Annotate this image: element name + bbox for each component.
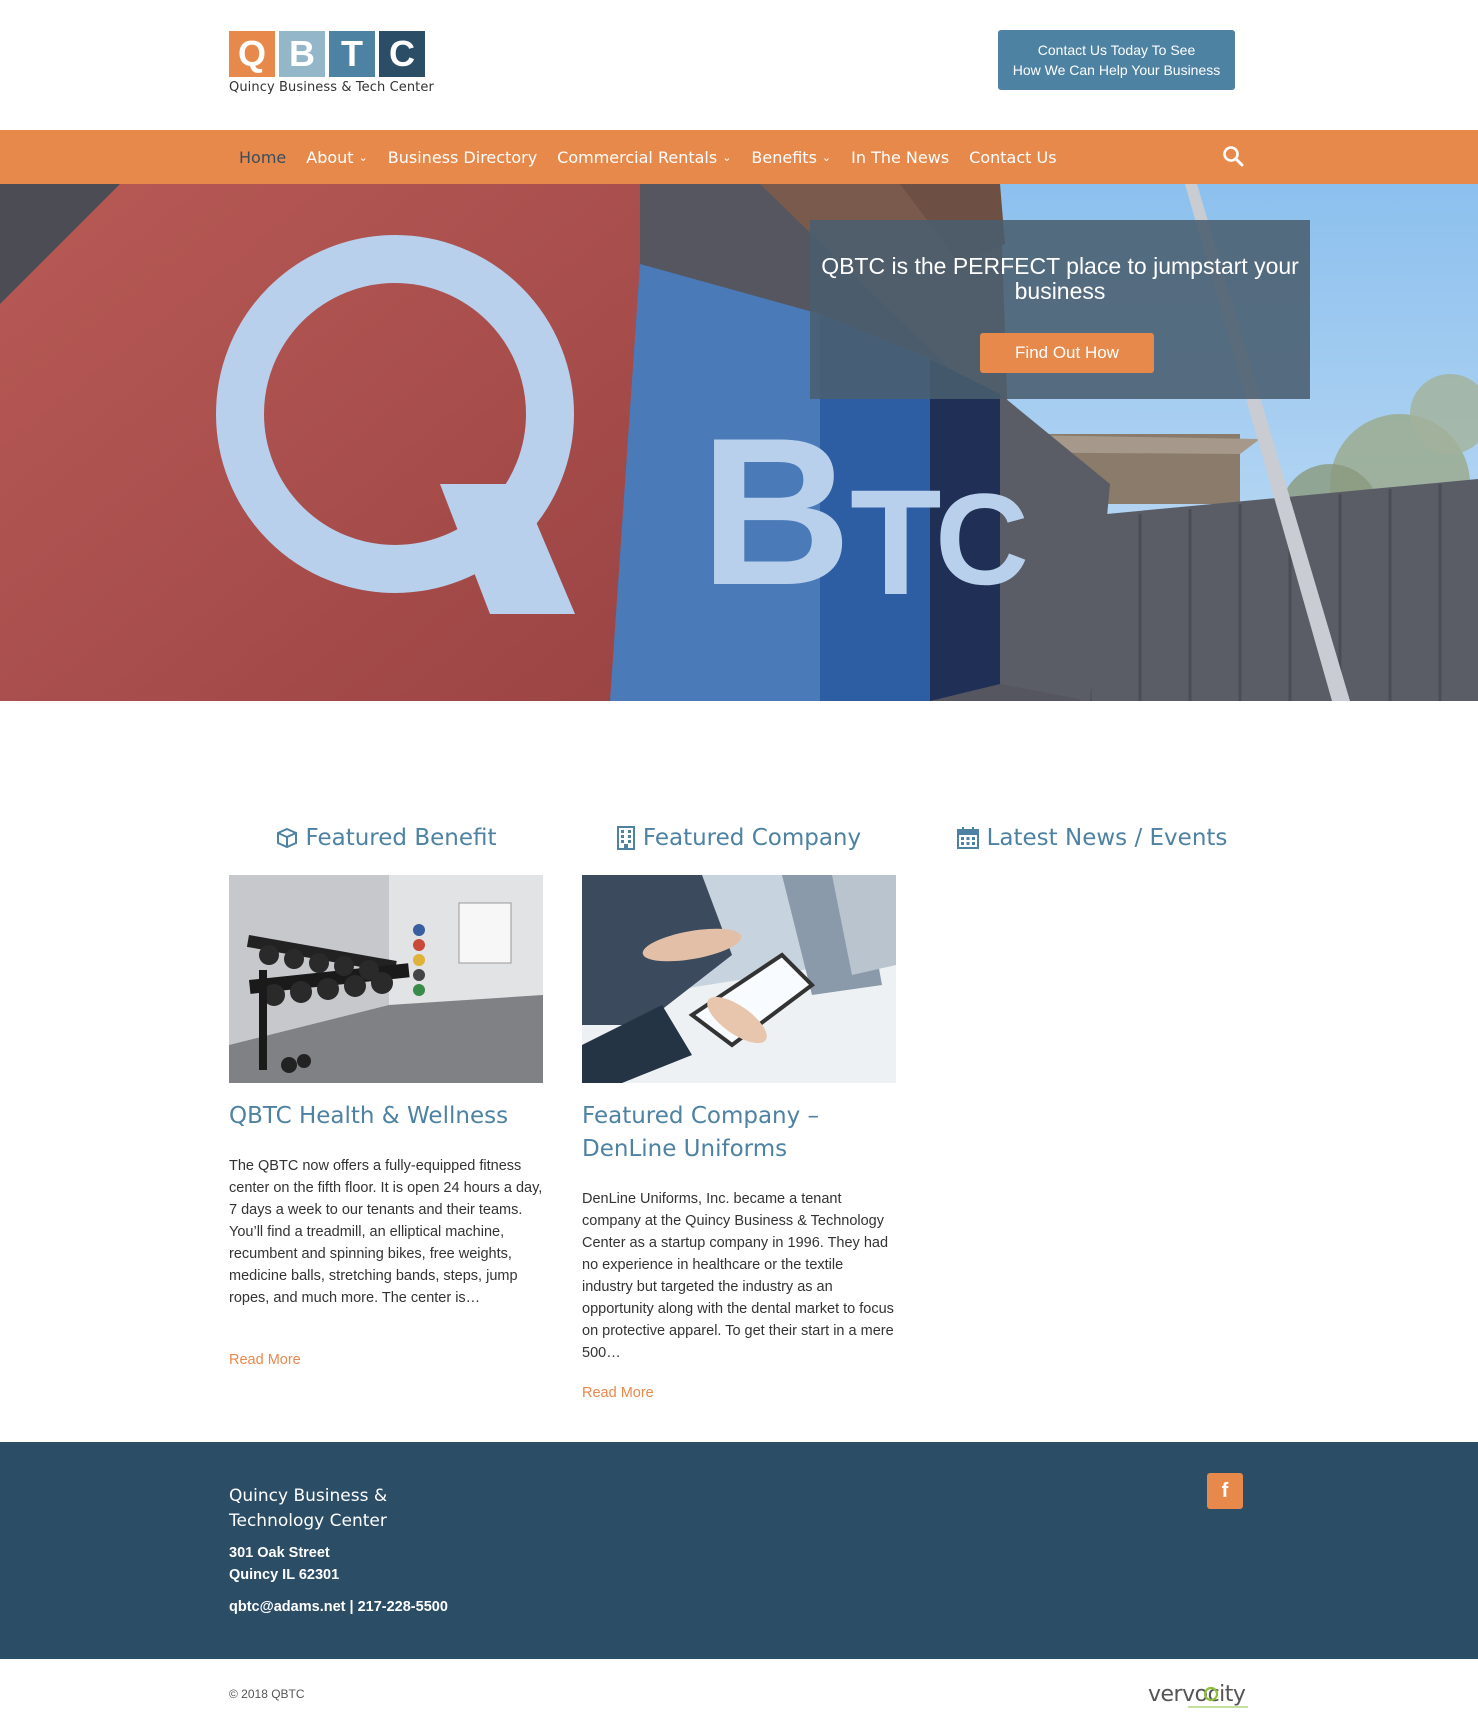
- bottom-bar: © 2018 QBTC vervocity: [0, 1659, 1478, 1726]
- logo-letter-b: B: [279, 31, 325, 77]
- cube-icon: [276, 827, 297, 849]
- featured-benefit-column: Featured Benefit QBTC Health & Wellness …: [229, 820, 543, 1368]
- cta-line-2: How We Can Help Your Business: [1012, 62, 1221, 78]
- footer-contact[interactable]: qbtc@adams.net | 217-228-5500: [229, 1599, 448, 1615]
- chevron-down-icon: ⌄: [722, 150, 732, 164]
- hero-banner: B T C QBTC is the PERFECT place to jumps…: [0, 184, 1478, 701]
- company-read-more-link[interactable]: Read More: [582, 1385, 654, 1401]
- copyright-text: © 2018 QBTC: [229, 1687, 305, 1701]
- logo-letters: Q B T C: [229, 31, 431, 77]
- nav-label: Commercial Rentals: [557, 147, 718, 167]
- business-meeting-photo[interactable]: [582, 875, 896, 1083]
- nav-label: About: [306, 147, 354, 167]
- footer-street: 301 Oak Street: [229, 1545, 330, 1561]
- nav-item-home[interactable]: Home: [229, 148, 296, 167]
- hero-title: QBTC is the PERFECT place to jumpstart y…: [821, 253, 1299, 304]
- footer-city: Quincy IL 62301: [229, 1567, 340, 1583]
- benefit-title[interactable]: QBTC Health & Wellness: [229, 1100, 543, 1133]
- logo-letter-t: T: [329, 31, 375, 77]
- vervocity-logo[interactable]: vervocity: [1148, 1677, 1250, 1711]
- building-icon: [616, 826, 635, 850]
- search-icon[interactable]: [1221, 144, 1245, 168]
- nav-label: Contact Us: [969, 147, 1057, 167]
- latest-news-column: Latest News / Events: [935, 820, 1249, 856]
- logo-subtitle: Quincy Business & Tech Center: [229, 80, 434, 95]
- logo-letter-c: C: [379, 31, 425, 77]
- featured-company-heading: Featured Company: [582, 820, 896, 856]
- nav-item-commercial-rentals[interactable]: Commercial Rentals ⌄: [547, 148, 741, 167]
- hero-sign-letter-b: B: [700, 394, 852, 629]
- main-nav: Home About ⌄ Business Directory Commercia…: [0, 130, 1478, 184]
- cta-line-1: Contact Us Today To See: [1037, 42, 1196, 58]
- contact-cta-button[interactable]: Contact Us Today To See How We Can Help …: [998, 30, 1235, 90]
- hero-sign-letter-t: T: [850, 458, 942, 626]
- latest-news-heading: Latest News / Events: [935, 820, 1249, 856]
- nav-item-business-directory[interactable]: Business Directory: [378, 148, 547, 167]
- nav-item-contact-us[interactable]: Contact Us: [959, 148, 1066, 167]
- chevron-down-icon: ⌄: [821, 150, 832, 164]
- site-logo[interactable]: Q B T C Quincy Business & Tech Center: [229, 31, 434, 95]
- hero-sign-letter-c: C: [935, 466, 1029, 612]
- benefit-excerpt: The QBTC now offers a fully-equipped fit…: [229, 1158, 543, 1306]
- nav-label: Home: [239, 147, 287, 167]
- chevron-down-icon: ⌄: [358, 150, 368, 164]
- company-excerpt: DenLine Uniforms, Inc. became a tenant c…: [582, 1191, 894, 1361]
- find-out-how-button[interactable]: Find Out How: [980, 333, 1154, 373]
- nav-label: In The News: [851, 147, 950, 167]
- featured-company-column: Featured Company Featured Company – DenL…: [582, 820, 896, 1401]
- featured-benefit-heading-text: Featured Benefit: [305, 825, 497, 851]
- featured-benefit-heading: Featured Benefit: [229, 820, 543, 856]
- facebook-icon[interactable]: f: [1207, 1473, 1243, 1509]
- logo-letter-q: Q: [229, 31, 275, 77]
- nav-label: Business Directory: [387, 147, 538, 167]
- nav-label: Benefits: [751, 147, 817, 167]
- hero-callout: QBTC is the PERFECT place to jumpstart y…: [810, 220, 1310, 399]
- benefit-read-more-link[interactable]: Read More: [229, 1352, 301, 1368]
- company-title[interactable]: Featured Company – DenLine Uniforms: [582, 1100, 896, 1166]
- vervocity-wordmark: vervocity: [1148, 1682, 1246, 1707]
- nav-item-in-the-news[interactable]: In The News: [841, 148, 959, 167]
- footer-org-name: Quincy Business & Technology Center: [229, 1486, 388, 1531]
- latest-news-heading-text: Latest News / Events: [986, 825, 1228, 851]
- site-footer: Quincy Business & Technology Center 301 …: [0, 1442, 1478, 1659]
- nav-item-about[interactable]: About ⌄: [296, 148, 378, 167]
- nav-item-benefits[interactable]: Benefits ⌄: [741, 148, 841, 167]
- calendar-icon: [956, 827, 979, 849]
- featured-company-heading-text: Featured Company: [642, 825, 862, 851]
- gym-photo[interactable]: [229, 875, 543, 1083]
- site-header: Q B T C Quincy Business & Tech Center Co…: [0, 0, 1478, 130]
